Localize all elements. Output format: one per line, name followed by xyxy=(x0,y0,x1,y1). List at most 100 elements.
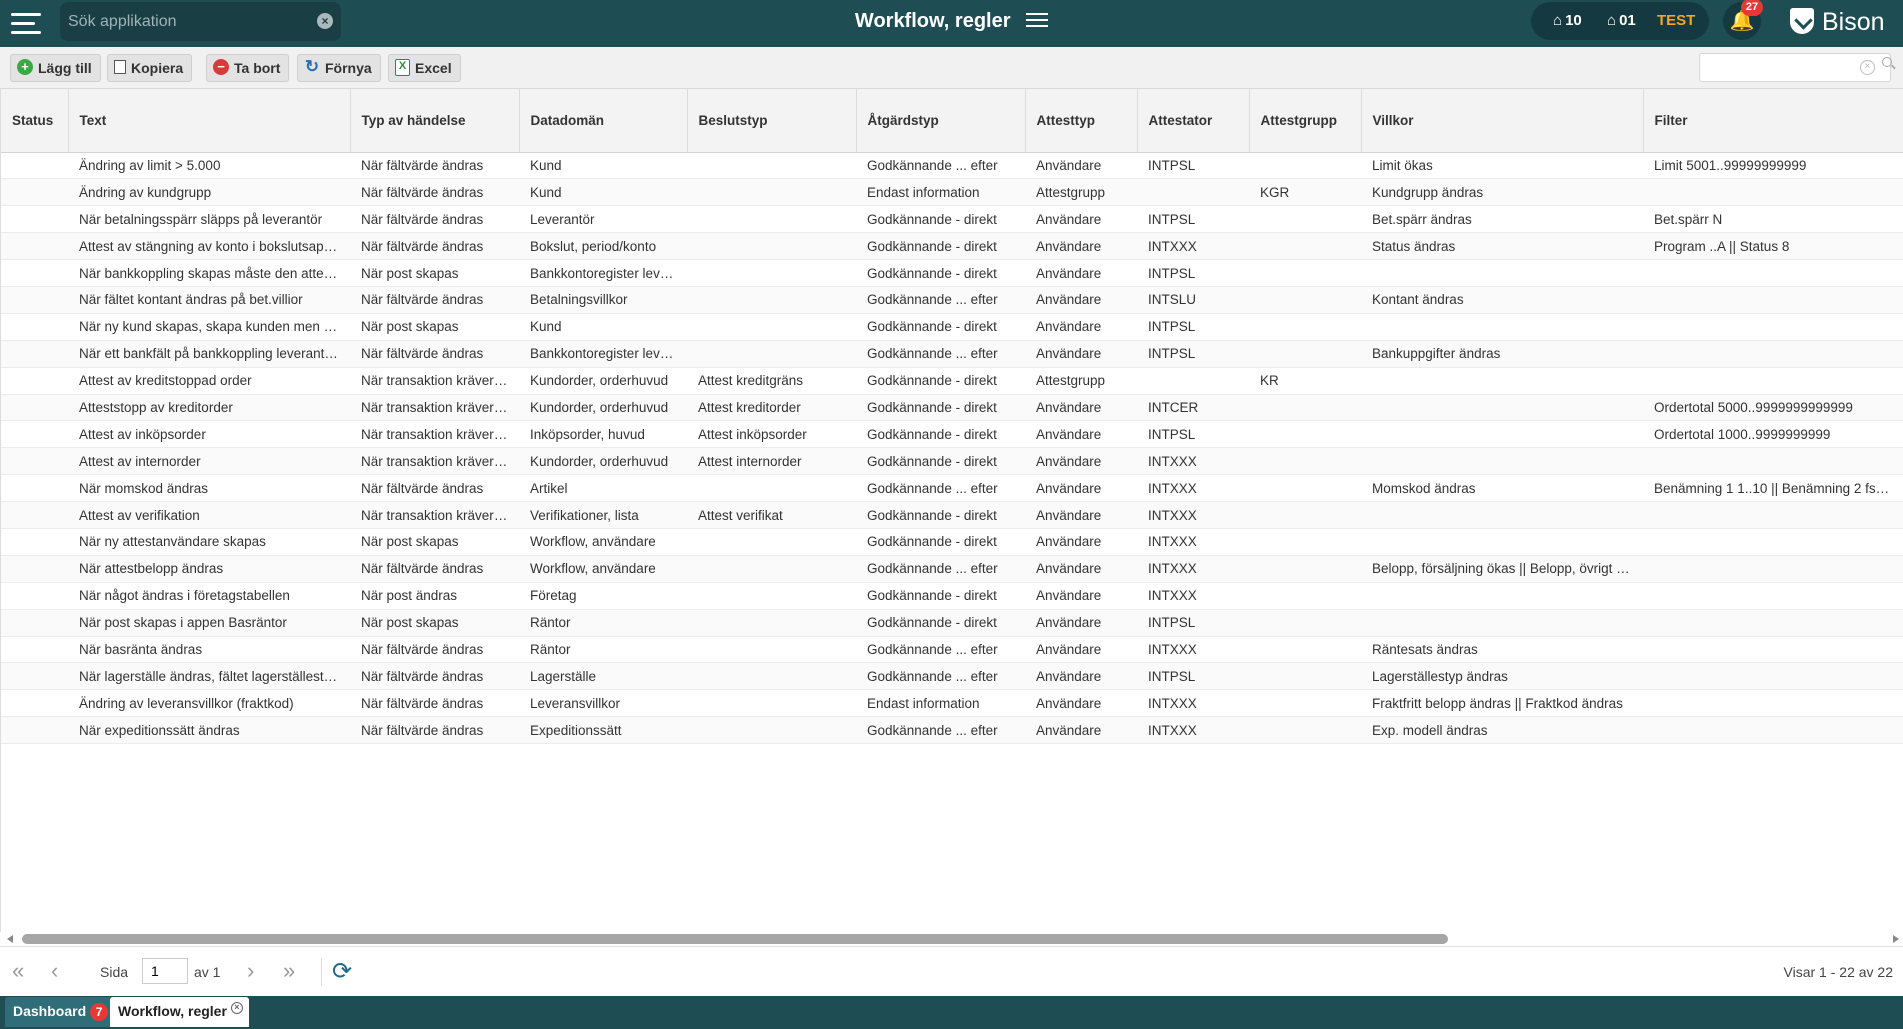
tab-dashboard-label: Dashboard xyxy=(13,1003,87,1019)
table-cell: Användare xyxy=(1025,152,1137,180)
table-row[interactable]: När ny kund skapas, skapa kunden men s… N… xyxy=(1,313,1903,341)
search-icon[interactable] xyxy=(1882,57,1896,71)
table-cell: INTPSL xyxy=(1137,205,1249,234)
clear-grid-search-icon[interactable]: × xyxy=(1860,60,1875,75)
table-row[interactable]: Ändring av limit > 5.000 När fältvärde än… xyxy=(1,152,1903,180)
table-cell: När något ändras i företagstabellen xyxy=(68,582,350,610)
table-row[interactable]: När basränta ändras När fältvärde ändras R… xyxy=(1,636,1903,664)
table-row[interactable]: När expeditionssätt ändras När fältvärde … xyxy=(1,716,1903,745)
table-row[interactable]: Attest av verifikation När transaktion kr… xyxy=(1,501,1903,529)
page-input[interactable] xyxy=(142,958,188,984)
first-page-icon[interactable]: « xyxy=(12,959,24,983)
column-header[interactable]: Text xyxy=(68,89,351,153)
title-menu-icon[interactable] xyxy=(1026,12,1049,28)
table-row[interactable]: När lagerställe ändras, fältet lagerstäl… xyxy=(1,662,1903,691)
add-button[interactable]: + Lägg till xyxy=(10,54,101,82)
scrollbar-thumb[interactable] xyxy=(22,934,1448,944)
table-cell: Belopp, försäljning ökas || Belopp, övri… xyxy=(1361,555,1643,583)
table-cell xyxy=(1361,528,1643,556)
column-header[interactable]: Attestgrupp xyxy=(1249,89,1362,153)
table-cell: Kund xyxy=(519,178,687,207)
table-cell: När post skapas xyxy=(350,313,519,341)
column-header[interactable]: Villkor xyxy=(1361,89,1644,153)
tab-workflow-rules[interactable]: Workflow, regler × xyxy=(110,997,249,1027)
table-cell xyxy=(1,367,68,395)
table-cell: Workflow, användare xyxy=(519,528,687,556)
table-cell: Godkännande - direkt xyxy=(856,501,1025,529)
column-header[interactable]: Filter xyxy=(1643,89,1903,153)
table-cell: INTXXX xyxy=(1137,528,1249,556)
table-cell: Godkännande - direkt xyxy=(856,528,1025,556)
table-cell xyxy=(1361,582,1643,610)
tab-dashboard[interactable]: Dashboard 7 xyxy=(5,997,117,1027)
excel-button[interactable]: X Excel xyxy=(388,54,461,82)
close-tab-icon[interactable]: × xyxy=(230,1002,243,1014)
table-row[interactable]: När ett bankfält på bankkoppling leveran… xyxy=(1,340,1903,368)
column-header[interactable]: Attestator xyxy=(1137,89,1250,153)
tab-workflow-rules-label: Workflow, regler xyxy=(118,1003,227,1019)
table-cell: När bankkoppling skapas måste den atte… xyxy=(68,259,350,287)
table-row[interactable]: Attest av inköpsorder När transaktion krä… xyxy=(1,420,1903,449)
table-cell: Godkännande - direkt xyxy=(856,367,1025,395)
table-cell: När transaktion kräver … xyxy=(350,367,519,395)
reload-icon[interactable]: ⟳ xyxy=(332,957,352,986)
notifications-button[interactable]: 🔔 27 xyxy=(1723,0,1763,40)
column-header[interactable]: Beslutstyp xyxy=(687,89,857,153)
table-row[interactable]: När något ändras i företagstabellen När p… xyxy=(1,582,1903,610)
table-row[interactable]: När fältet kontant ändras på bet.villior… xyxy=(1,286,1903,314)
environment-label: TEST xyxy=(1657,12,1696,29)
table-row[interactable]: Attest av kreditstoppad order När transak… xyxy=(1,367,1903,395)
column-header[interactable]: Datadomän xyxy=(519,89,688,153)
table-cell: Användare xyxy=(1025,259,1137,287)
table-cell xyxy=(1643,716,1903,745)
table-cell: Kund xyxy=(519,313,687,341)
table-cell xyxy=(1,528,68,556)
table-row[interactable]: När ny attestanvändare skapas När post sk… xyxy=(1,528,1903,556)
add-button-label: Lägg till xyxy=(38,60,92,76)
table-row[interactable]: När momskod ändras När fältvärde ändras Ar… xyxy=(1,474,1903,503)
table-cell: Räntor xyxy=(519,636,687,664)
column-header[interactable]: Åtgärdstyp xyxy=(856,89,1026,153)
prev-page-icon[interactable]: ‹ xyxy=(51,959,58,983)
column-header[interactable]: Typ av händelse xyxy=(350,89,520,153)
table-row[interactable]: När attestbelopp ändras När fältvärde änd… xyxy=(1,555,1903,583)
table-cell: Godkännande ... efter xyxy=(856,286,1025,314)
next-page-icon[interactable]: › xyxy=(247,959,254,983)
copy-button[interactable]: Kopiera xyxy=(107,54,193,82)
table-cell xyxy=(1,689,68,718)
last-page-icon[interactable]: » xyxy=(283,959,295,983)
table-row[interactable]: Atteststopp av kreditorder När transaktio… xyxy=(1,394,1903,422)
column-header[interactable]: Attesttyp xyxy=(1025,89,1138,153)
table-row[interactable]: När betalningsspärr släpps på leverantör… xyxy=(1,205,1903,234)
table-cell xyxy=(1361,313,1643,341)
table-row[interactable]: Attest av internorder När transaktion krä… xyxy=(1,447,1903,476)
table-cell: Lagerställestyp ändras xyxy=(1361,662,1643,691)
clear-search-icon[interactable]: × xyxy=(317,13,333,29)
table-cell: När fältvärde ändras xyxy=(350,286,519,314)
scroll-right-icon[interactable] xyxy=(1893,935,1899,943)
table-row[interactable]: Ändring av leveransvillkor (fraktkod) När… xyxy=(1,689,1903,718)
app-search-input[interactable] xyxy=(68,8,308,35)
home-icon: ⌂ xyxy=(1553,12,1563,29)
table-row[interactable]: Ändring av kundgrupp När fältvärde ändras… xyxy=(1,178,1903,207)
grid-search-input[interactable] xyxy=(1706,58,1856,78)
table-row[interactable]: När bankkoppling skapas måste den atte… N… xyxy=(1,259,1903,287)
table-cell: Attest av internorder xyxy=(68,447,350,476)
main-menu-icon[interactable] xyxy=(8,9,44,39)
table-cell: INTPSL xyxy=(1137,420,1249,449)
environment-indicator[interactable]: ⌂ 10 ⌂ 01 TEST xyxy=(1531,2,1709,40)
table-row[interactable]: När post skapas i appen Basräntor När pos… xyxy=(1,609,1903,637)
table-cell: INTCER xyxy=(1137,394,1249,422)
scroll-left-icon[interactable] xyxy=(7,935,13,943)
table-cell xyxy=(1,205,68,234)
delete-button[interactable]: − Ta bort xyxy=(206,54,290,82)
table-cell xyxy=(1249,286,1361,314)
horizontal-scrollbar[interactable] xyxy=(0,932,1903,946)
column-header[interactable]: Status xyxy=(1,89,69,153)
table-row[interactable]: Attest av stängning av konto i bokslutsa… xyxy=(1,232,1903,261)
table-cell: Företag xyxy=(519,582,687,610)
refresh-button[interactable]: ↻ Förnya xyxy=(297,54,381,82)
table-cell xyxy=(1361,259,1643,287)
table-cell: Kundorder, orderhuvud xyxy=(519,394,687,422)
table-cell: Användare xyxy=(1025,205,1137,234)
